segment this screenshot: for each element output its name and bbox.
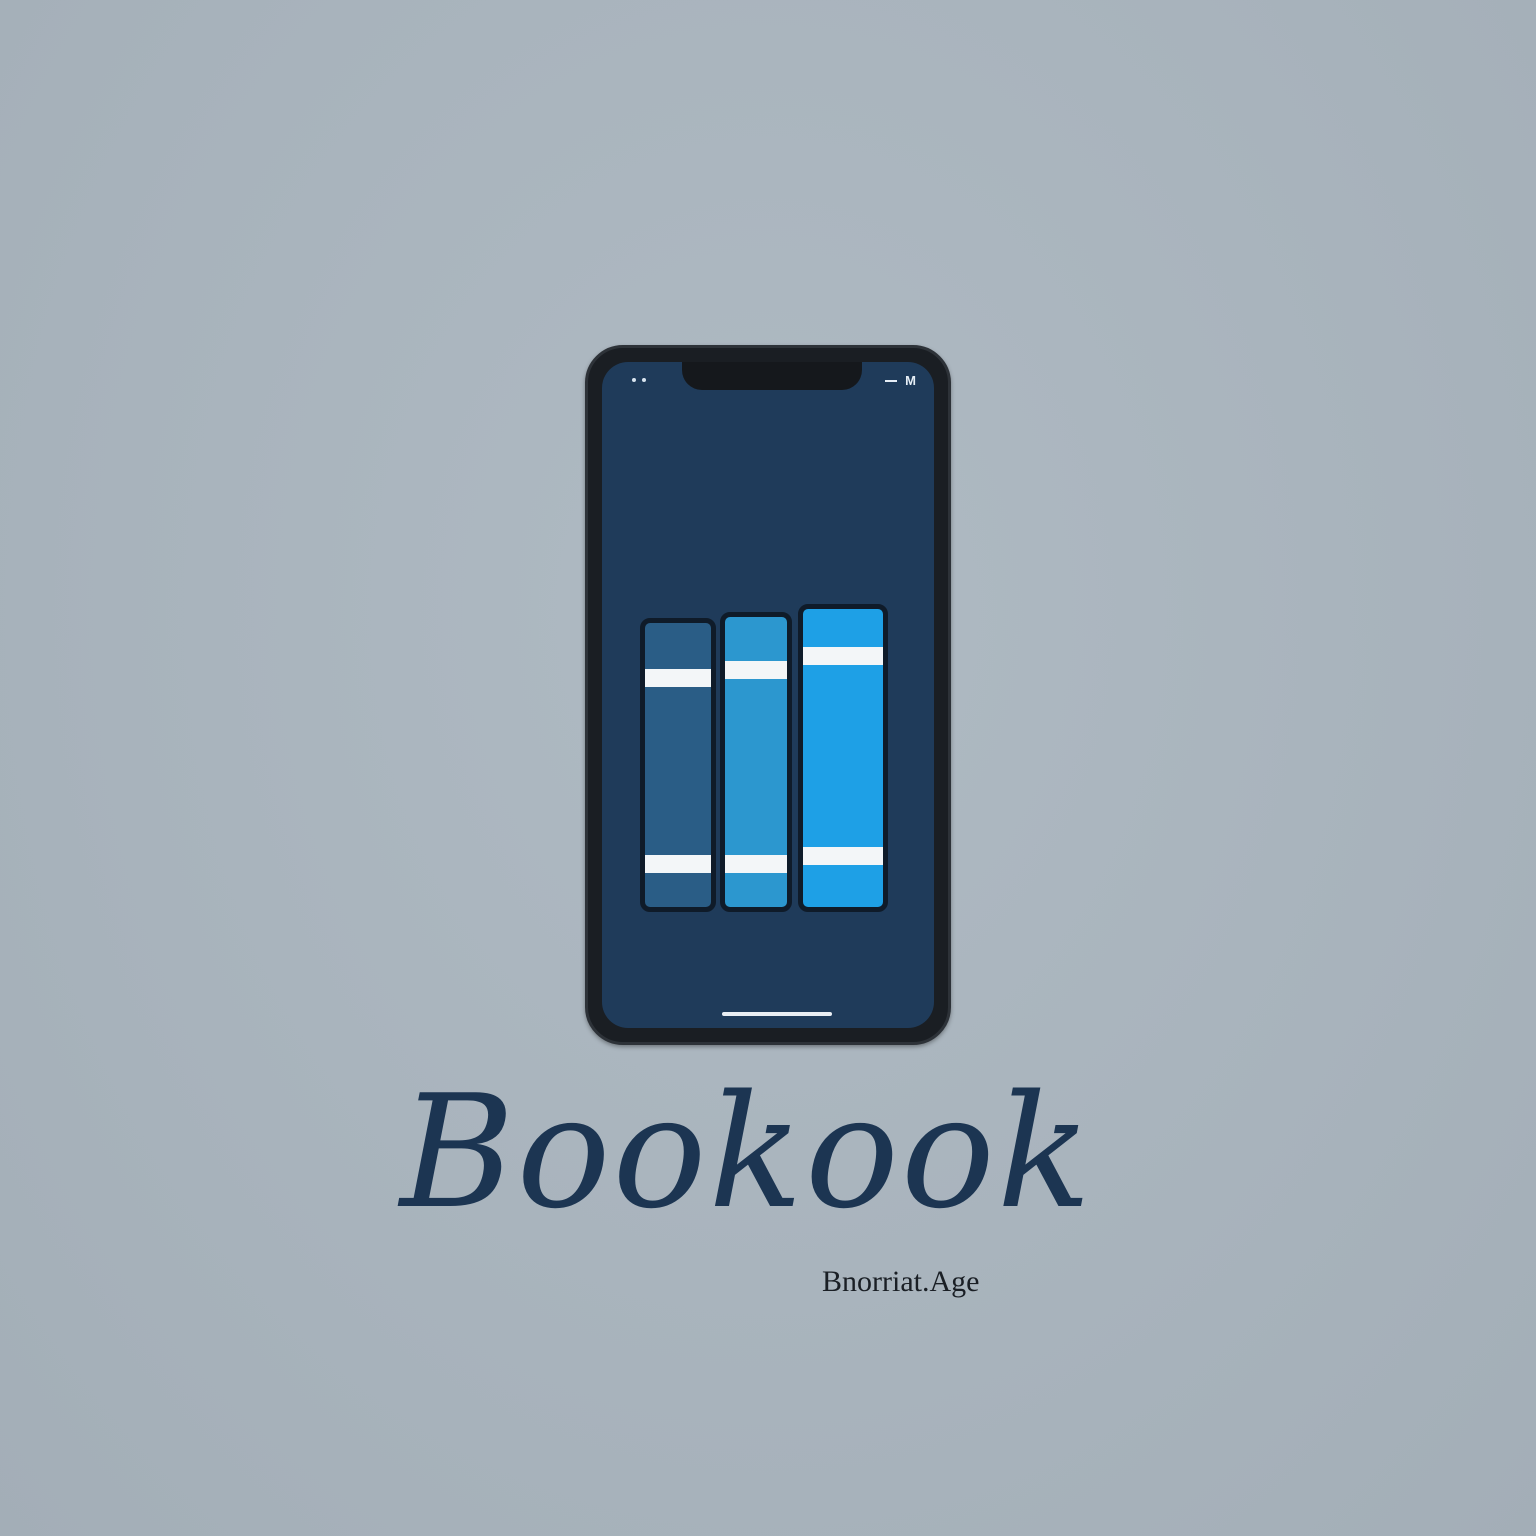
phone-screen: M [602, 362, 934, 1028]
book-band [803, 847, 883, 865]
phone-mockup: M [585, 345, 951, 1045]
home-indicator[interactable] [722, 1012, 832, 1016]
book-spine-2 [720, 612, 792, 912]
logo-wordmark: Bookook [400, 1061, 1094, 1243]
book-band [725, 661, 787, 679]
status-bar-left [632, 378, 646, 382]
book-band [803, 647, 883, 665]
status-dot-icon [642, 378, 646, 382]
status-bar-right: M [885, 373, 916, 388]
status-indicator-text: M [905, 373, 916, 388]
phone-notch [682, 362, 862, 390]
canvas: M Bookook Bnorriat.Age [0, 0, 1536, 1536]
book-band [645, 669, 711, 687]
book-band [725, 855, 787, 873]
status-dot-icon [632, 378, 636, 382]
book-band [645, 855, 711, 873]
signal-icon [885, 379, 898, 382]
book-spine-1 [640, 618, 716, 912]
logo-tagline: Bnorriat.Age [822, 1265, 980, 1298]
book-stack-icon[interactable] [640, 594, 900, 914]
book-spine-3 [798, 604, 888, 912]
